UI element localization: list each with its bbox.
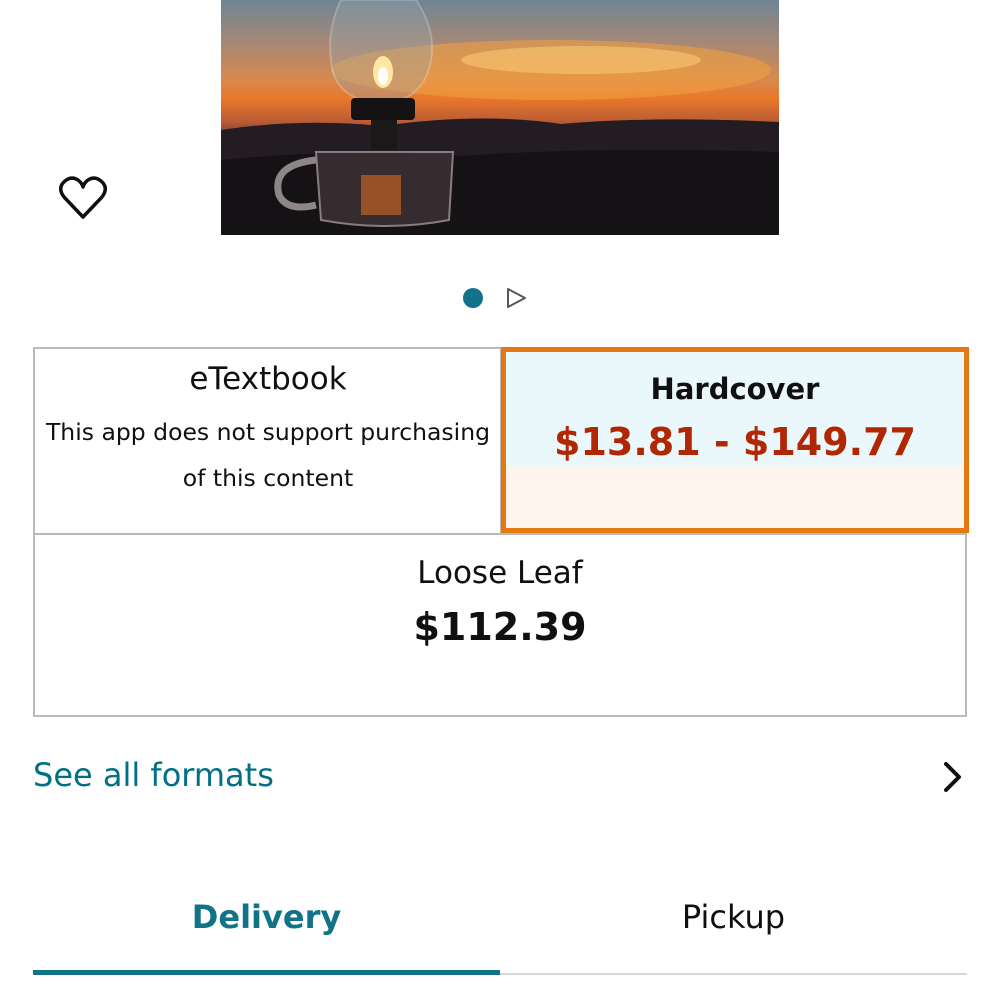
carousel-dot-active[interactable] xyxy=(463,288,483,308)
tab-label: Delivery xyxy=(191,898,342,936)
format-unavailable-note: This app does not support purchasing of … xyxy=(43,409,493,501)
fulfillment-tabs: Delivery Pickup xyxy=(33,880,967,980)
format-price: $112.39 xyxy=(413,605,587,649)
active-tab-indicator xyxy=(33,970,500,975)
tab-delivery[interactable]: Delivery xyxy=(33,880,500,976)
product-detail-page: eTextbook This app does not support purc… xyxy=(0,0,1000,1000)
image-carousel-indicator xyxy=(460,282,540,310)
see-all-formats-link[interactable]: See all formats xyxy=(33,750,967,804)
format-selector: eTextbook This app does not support purc… xyxy=(33,347,969,717)
tab-pickup[interactable]: Pickup xyxy=(500,880,967,976)
format-price: $13.81 - $149.77 xyxy=(554,420,916,464)
format-option-hardcover[interactable]: Hardcover $13.81 - $149.77 xyxy=(501,347,969,533)
play-triangle-icon[interactable] xyxy=(504,286,528,310)
product-image[interactable] xyxy=(221,0,779,235)
format-name: Hardcover xyxy=(650,372,820,406)
wishlist-button[interactable] xyxy=(55,170,111,226)
format-name: eTextbook xyxy=(189,361,347,397)
note-line-2: of this content xyxy=(182,464,354,492)
format-name: Loose Leaf xyxy=(417,555,583,591)
tab-label: Pickup xyxy=(681,898,786,936)
heart-outline-icon xyxy=(59,176,107,219)
lamp-photo-illustration xyxy=(221,0,779,235)
chevron-right-icon xyxy=(944,762,961,792)
format-option-etextbook[interactable]: eTextbook This app does not support purc… xyxy=(35,349,501,533)
format-option-loose-leaf[interactable]: Loose Leaf $112.39 xyxy=(35,535,965,715)
tab-bar-divider xyxy=(500,973,967,975)
see-all-formats-label: See all formats xyxy=(33,756,274,794)
note-line-1: This app does not support purchasing xyxy=(45,418,491,446)
